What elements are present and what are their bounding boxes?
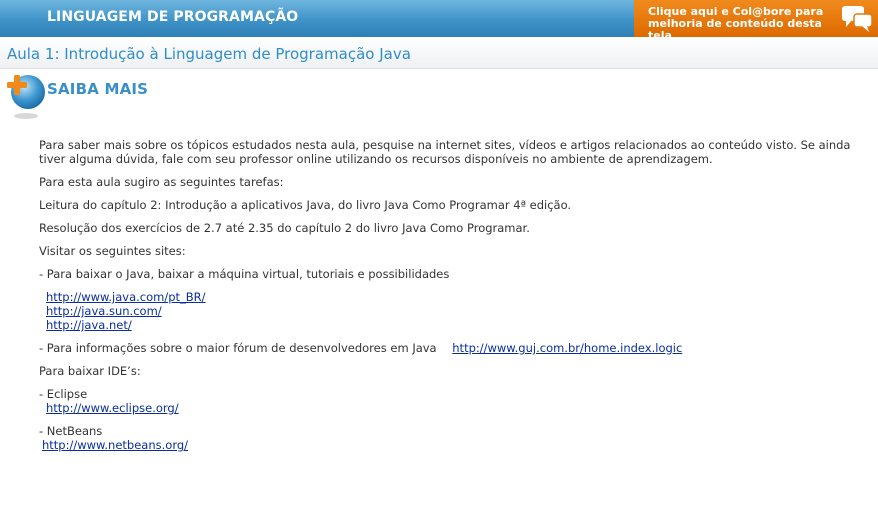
link-eclipse[interactable]: http://www.eclipse.org/ xyxy=(46,401,179,415)
link-java-com[interactable]: http://www.java.com/pt_BR/ xyxy=(46,290,859,304)
speech-bubbles-icon xyxy=(842,6,873,32)
link-java-net[interactable]: http://java.net/ xyxy=(46,318,859,332)
lesson-title-bar: Aula 1: Introdução à Linguagem de Progra… xyxy=(0,37,878,69)
netbeans-label: - NetBeans xyxy=(39,424,103,438)
intro-paragraph: Para saber mais sobre os tópicos estudad… xyxy=(39,138,851,166)
eclipse-label: - Eclipse xyxy=(39,387,88,401)
ide-intro: Para baixar IDE’s: xyxy=(39,364,141,378)
visit-sites-label: Visitar os seguintes sites: xyxy=(39,244,186,258)
task-reading: Leitura do capítulo 2: Introdução a apli… xyxy=(39,198,572,212)
link-java-sun[interactable]: http://java.sun.com/ xyxy=(46,304,859,318)
lesson-title: Aula 1: Introdução à Linguagem de Progra… xyxy=(7,45,411,63)
eclipse-link-wrap: http://www.eclipse.org/ xyxy=(39,401,859,415)
link-guj-forum[interactable]: http://www.guj.com.br/home.index.logic xyxy=(452,341,682,355)
section-label: SAIBA MAIS xyxy=(47,80,149,98)
java-links-list: http://www.java.com/pt_BR/ http://java.s… xyxy=(39,290,859,332)
netbeans-item: - NetBeans http://www.netbeans.org/ xyxy=(39,424,859,452)
link-netbeans[interactable]: http://www.netbeans.org/ xyxy=(42,438,188,452)
eclipse-item: - Eclipse http://www.eclipse.org/ xyxy=(39,387,859,415)
java-download-text: - Para baixar o Java, baixar a máquina v… xyxy=(39,267,450,281)
tasks-intro: Para esta aula sugiro as seguintes taref… xyxy=(39,175,284,189)
netbeans-link-wrap: http://www.netbeans.org/ xyxy=(39,438,859,452)
forum-text: - Para informações sobre o maior fórum d… xyxy=(39,341,437,355)
forum-paragraph: - Para informações sobre o maior fórum d… xyxy=(39,341,859,355)
top-header-bar: LINGUAGEM DE PROGRAMAÇÃO Clique aqui e C… xyxy=(0,0,878,42)
course-title: LINGUAGEM DE PROGRAMAÇÃO xyxy=(47,9,299,25)
collaborate-button[interactable]: Clique aqui e Col@bore para melhoria de … xyxy=(634,0,878,42)
task-exercises: Resolução dos exercícios de 2.7 até 2.35… xyxy=(39,221,530,235)
content-body: Para saber mais sobre os tópicos estudad… xyxy=(39,138,859,452)
plus-globe-icon xyxy=(7,75,45,119)
